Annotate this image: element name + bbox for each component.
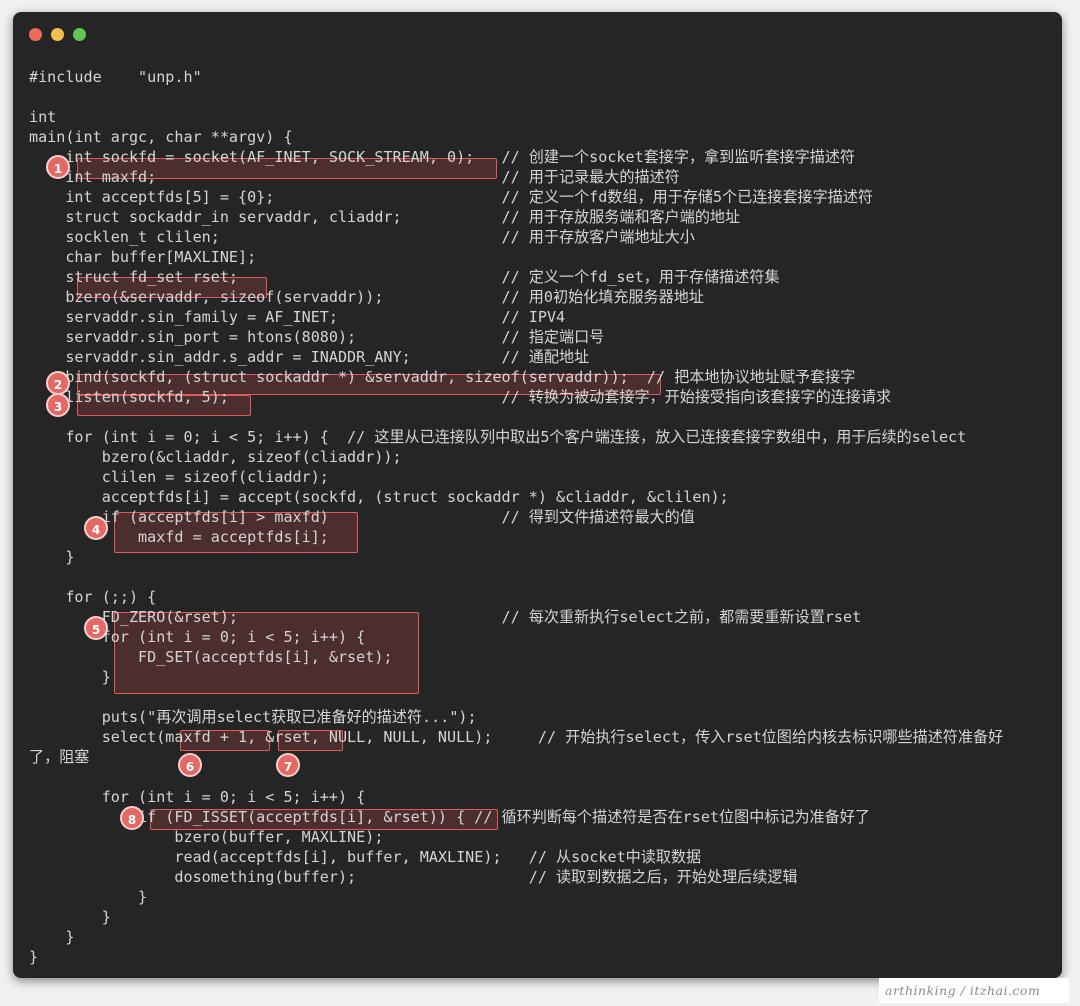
- code-line: }: [29, 948, 39, 966]
- step-marker-3: 3: [46, 393, 70, 417]
- code-line: }: [29, 668, 111, 686]
- code-line: if (acceptfds[i] > maxfd) // 得到文件描述符最大的值: [29, 508, 695, 526]
- close-dot-icon[interactable]: [29, 28, 42, 41]
- code-line: #include "unp.h": [29, 68, 202, 86]
- code-line: }: [29, 908, 111, 926]
- code-line: dosomething(buffer); // 读取到数据之后，开始处理后续逻辑: [29, 868, 798, 886]
- code-window: #include "unp.h" int main(int argc, char…: [13, 12, 1062, 978]
- code-line: for (int i = 0; i < 5; i++) { // 这里从已连接队…: [29, 428, 967, 446]
- code-line: select(maxfd + 1, &rset, NULL, NULL, NUL…: [29, 728, 1004, 746]
- watermark: arthinking / itzhai.com: [879, 978, 1069, 1003]
- code-line: }: [29, 548, 75, 566]
- step-marker-6: 6: [178, 753, 202, 777]
- code-line: servaddr.sin_family = AF_INET; // IPV4: [29, 308, 566, 326]
- code-line: int: [29, 108, 57, 126]
- code-line: }: [29, 928, 75, 946]
- code-line: puts("再次调用select获取已准备好的描述符...");: [29, 708, 477, 726]
- code-line: int maxfd; // 用于记录最大的描述符: [29, 168, 680, 186]
- code-line: if (FD_ISSET(acceptfds[i], &rset)) { // …: [29, 808, 870, 826]
- step-marker-2: 2: [46, 371, 70, 395]
- code-line: int sockfd = socket(AF_INET, SOCK_STREAM…: [29, 148, 856, 166]
- code-line: for (int i = 0; i < 5; i++) {: [29, 788, 366, 806]
- code-line: }: [29, 888, 148, 906]
- step-marker-4: 4: [84, 516, 108, 540]
- code-line: for (int i = 0; i < 5; i++) {: [29, 628, 366, 646]
- step-marker-1: 1: [46, 155, 70, 179]
- code-line: char buffer[MAXLINE];: [29, 248, 257, 266]
- code-line: acceptfds[i] = accept(sockfd, (struct so…: [29, 488, 729, 506]
- step-marker-8: 8: [120, 806, 144, 830]
- code-line: read(acceptfds[i], buffer, MAXLINE); // …: [29, 848, 702, 866]
- code-line: clilen = sizeof(cliaddr);: [29, 468, 329, 486]
- code-line: main(int argc, char **argv) {: [29, 128, 293, 146]
- code-line: FD_SET(acceptfds[i], &rset);: [29, 648, 393, 666]
- code-line: for (;;) {: [29, 588, 157, 606]
- minimize-dot-icon[interactable]: [51, 28, 64, 41]
- code-line: bzero(buffer, MAXLINE);: [29, 828, 384, 846]
- code-line: maxfd = acceptfds[i];: [29, 528, 329, 546]
- code-line: listen(sockfd, 5); // 转换为被动套接字，开始接受指向该套接…: [29, 388, 892, 406]
- code-line: 了，阻塞: [29, 748, 90, 766]
- code-line: struct sockaddr_in servaddr, cliaddr; //…: [29, 208, 741, 226]
- code-line: servaddr.sin_addr.s_addr = INADDR_ANY; /…: [29, 348, 590, 366]
- code-line: bzero(&cliaddr, sizeof(cliaddr));: [29, 448, 402, 466]
- code-line: struct fd_set rset; // 定义一个fd_set，用于存储描述…: [29, 268, 780, 286]
- code-line: bzero(&servaddr, sizeof(servaddr)); // 用…: [29, 288, 704, 306]
- zoom-dot-icon[interactable]: [73, 28, 86, 41]
- code-line: socklen_t clilen; // 用于存放客户端地址大小: [29, 228, 695, 246]
- step-marker-7: 7: [276, 753, 300, 777]
- code-line: bind(sockfd, (struct sockaddr *) &servad…: [29, 368, 856, 386]
- step-marker-5: 5: [84, 616, 108, 640]
- code-line: FD_ZERO(&rset); // 每次重新执行select之前，都需要重新设…: [29, 608, 862, 626]
- code-line: servaddr.sin_port = htons(8080); // 指定端口…: [29, 328, 605, 346]
- code-line: int acceptfds[5] = {0}; // 定义一个fd数组，用于存储…: [29, 188, 874, 206]
